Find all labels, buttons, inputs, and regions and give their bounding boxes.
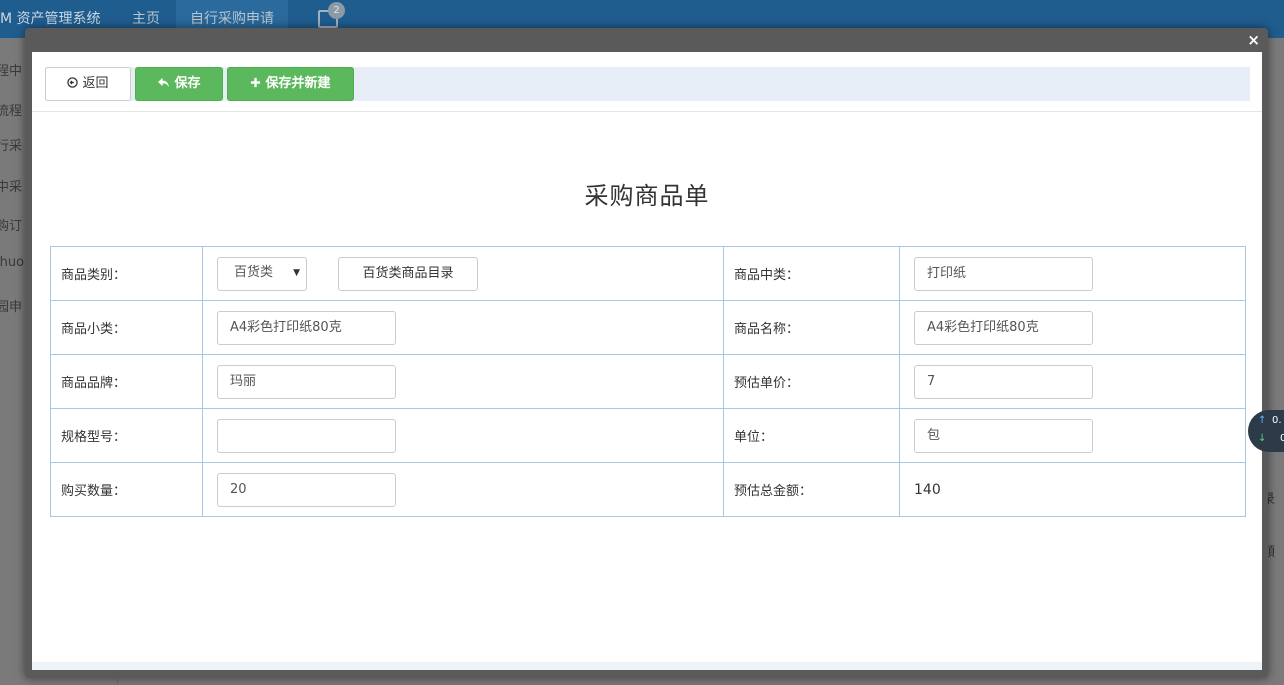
form-row: 商品品牌： 玛丽 预估单价： 7 [50, 354, 1246, 409]
purchase-item-modal: × 返回 保存 保存并新建 采购商品单 商品类别： 百货类 ▼ 百货类商品目录 … [25, 28, 1268, 678]
category-cell: 百货类 ▼ 百货类商品目录 [202, 246, 724, 301]
spec-label: 规格型号： [50, 408, 203, 463]
caret-down-icon: ▼ [293, 267, 300, 278]
mid-category-input[interactable]: 打印纸 [914, 256, 1093, 291]
category-select[interactable]: 百货类 ▼ [217, 256, 307, 291]
upload-arrow-icon: ↑ [1258, 415, 1267, 426]
save-button-label: 保存 [174, 76, 201, 91]
sidebar-item-2[interactable]: 流程 [0, 100, 22, 119]
brand-label: 商品品牌： [50, 354, 203, 409]
save-and-new-button-label: 保存并新建 [265, 76, 331, 91]
save-and-new-button[interactable]: 保存并新建 [227, 67, 354, 101]
quantity-cell: 20 [202, 462, 724, 517]
reply-arrow-icon [157, 68, 170, 100]
circle-arrow-left-icon [67, 68, 79, 100]
modal-body: 返回 保存 保存并新建 采购商品单 商品类别： 百货类 ▼ 百货类商品目录 商品… [32, 52, 1262, 670]
sub-category-cell: A4彩色打印纸80克 [202, 300, 724, 355]
sidebar-item-7[interactable]: 园申 [0, 296, 22, 315]
form-row: 规格型号： 单位： 包 [50, 408, 1246, 463]
product-name-cell: A4彩色打印纸80克 [899, 300, 1246, 355]
unit-price-cell: 7 [899, 354, 1246, 409]
form-row: 商品小类： A4彩色打印纸80克 商品名称： A4彩色打印纸80克 [50, 300, 1246, 355]
download-arrow-icon: ↓ [1258, 433, 1267, 444]
modal-footer-strip [32, 662, 1262, 670]
close-icon[interactable]: × [1247, 32, 1260, 48]
total-amount-value: 140 [914, 481, 941, 498]
purchase-form-table: 商品类别： 百货类 ▼ 百货类商品目录 商品中类： 打印纸 商品小类： A4彩色打印… [50, 246, 1246, 517]
total-amount-cell: 140 [899, 462, 1246, 517]
product-name-label: 商品名称： [723, 300, 900, 355]
plus-icon [250, 68, 261, 100]
brand-input[interactable]: 玛丽 [217, 364, 396, 399]
sidebar-item-4[interactable]: 中采 [0, 176, 22, 195]
category-label: 商品类别： [50, 246, 203, 301]
spec-input[interactable] [217, 418, 396, 453]
quantity-label: 购买数量： [50, 462, 203, 517]
brand-cell: 玛丽 [202, 354, 724, 409]
tab-count-badge: 2 [328, 2, 345, 19]
save-button[interactable]: 保存 [135, 67, 223, 101]
form-title: 采购商品单 [584, 182, 710, 210]
download-speed: 0 [1280, 433, 1284, 444]
catalog-button[interactable]: 百货类商品目录 [338, 256, 478, 291]
toolbar-divider [32, 111, 1262, 112]
sub-category-label: 商品小类： [50, 300, 203, 355]
form-row: 购买数量： 20 预估总金额： 140 [50, 462, 1246, 517]
sidebar-item-1[interactable]: 程中 [0, 60, 22, 79]
form-row: 商品类别： 百货类 ▼ 百货类商品目录 商品中类： 打印纸 [50, 246, 1246, 301]
product-name-input[interactable]: A4彩色打印纸80克 [914, 310, 1093, 345]
unit-input[interactable]: 包 [914, 418, 1093, 453]
sidebar-item-5[interactable]: 购订 [0, 215, 22, 234]
total-amount-label: 预估总金额： [723, 462, 900, 517]
mid-category-label: 商品中类： [723, 246, 900, 301]
sidebar-item-3[interactable]: 行采 [0, 135, 22, 154]
quantity-input[interactable]: 20 [217, 472, 396, 507]
spec-cell [202, 408, 724, 463]
sidebar-item-6[interactable]: ihuo [0, 255, 24, 270]
back-button-label: 返回 [82, 76, 109, 91]
network-speed-widget[interactable]: ↑ 0. ↓ 0 [1248, 410, 1284, 452]
toolbar: 返回 保存 保存并新建 [45, 67, 1250, 101]
unit-price-label: 预估单价： [723, 354, 900, 409]
back-button[interactable]: 返回 [45, 67, 131, 101]
unit-label: 单位： [723, 408, 900, 463]
unit-price-input[interactable]: 7 [914, 364, 1093, 399]
sub-category-input[interactable]: A4彩色打印纸80克 [217, 310, 396, 345]
unit-cell: 包 [899, 408, 1246, 463]
upload-speed: 0. [1272, 415, 1282, 426]
mid-category-cell: 打印纸 [899, 246, 1246, 301]
category-select-value: 百货类 [234, 264, 274, 280]
